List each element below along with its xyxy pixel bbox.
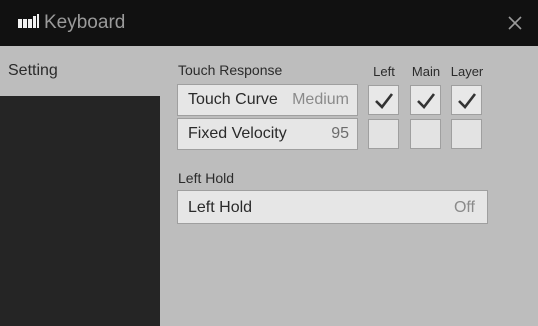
left-hold-label: Left Hold bbox=[188, 199, 253, 216]
main-panel: Touch Response Left Main Layer Touch Cur… bbox=[160, 46, 538, 326]
check-icon bbox=[375, 93, 394, 109]
sidebar: Setting bbox=[0, 46, 160, 326]
left-hold-section-label: Left Hold bbox=[178, 170, 235, 186]
window-title: Keyboard bbox=[44, 12, 126, 33]
keyboard-logo-icon bbox=[18, 14, 39, 28]
close-button[interactable] bbox=[502, 10, 528, 36]
sidebar-item-label: Setting bbox=[8, 62, 58, 79]
column-header-left: Left bbox=[373, 64, 395, 79]
check-icon bbox=[458, 93, 477, 109]
check-icon bbox=[417, 93, 436, 109]
fixed-velocity-layer-checkbox[interactable] bbox=[451, 119, 482, 149]
touch-curve-layer-checkbox[interactable] bbox=[451, 85, 482, 115]
fixed-velocity-left-checkbox[interactable] bbox=[368, 119, 399, 149]
touch-curve-value: Medium bbox=[292, 91, 349, 108]
touch-response-label: Touch Response bbox=[178, 62, 283, 78]
left-hold-value: Off bbox=[453, 199, 475, 216]
touch-curve-button[interactable]: Touch Curve Medium bbox=[177, 84, 358, 116]
column-header-layer: Layer bbox=[450, 64, 484, 79]
title-bar: Keyboard bbox=[0, 0, 538, 46]
column-header-main: Main bbox=[411, 64, 441, 79]
touch-curve-main-checkbox[interactable] bbox=[410, 85, 441, 115]
left-hold-button[interactable]: Left Hold Off bbox=[177, 190, 488, 224]
fixed-velocity-value: 95 bbox=[331, 125, 349, 142]
close-icon bbox=[508, 16, 522, 30]
touch-curve-left-checkbox[interactable] bbox=[368, 85, 399, 115]
sidebar-item-setting[interactable]: Setting bbox=[0, 46, 160, 96]
fixed-velocity-label: Fixed Velocity bbox=[188, 125, 287, 142]
fixed-velocity-button[interactable]: Fixed Velocity 95 bbox=[177, 118, 358, 150]
touch-curve-label: Touch Curve bbox=[188, 91, 278, 108]
fixed-velocity-main-checkbox[interactable] bbox=[410, 119, 441, 149]
